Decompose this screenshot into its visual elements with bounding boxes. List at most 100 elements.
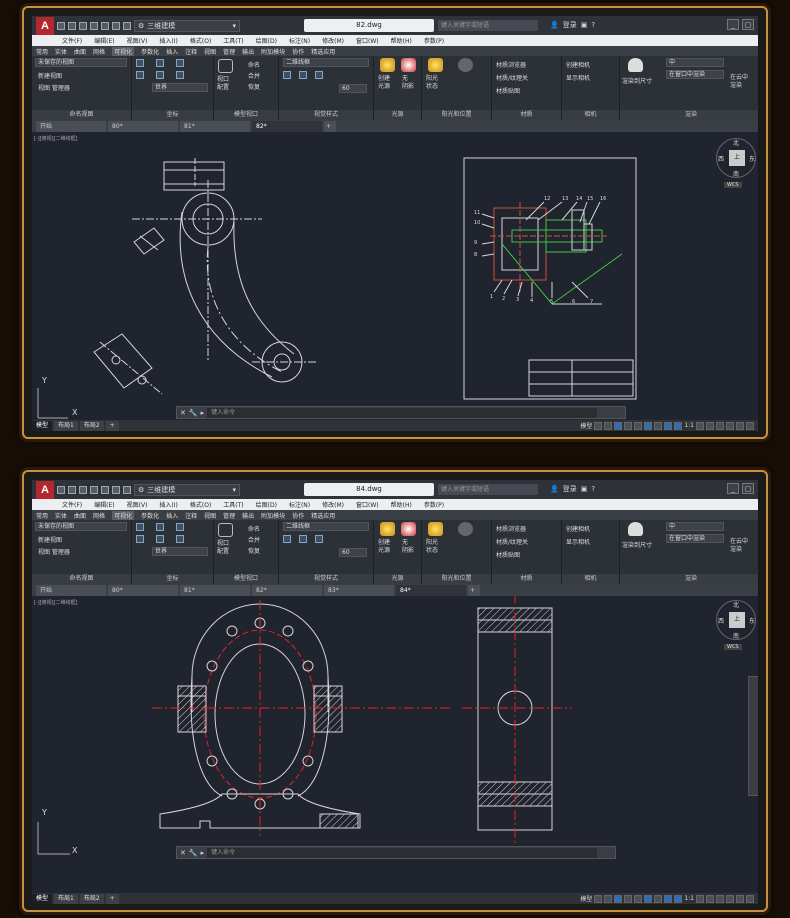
save-icon[interactable]	[79, 21, 87, 30]
new-view-button[interactable]: 新建视图	[38, 535, 62, 544]
menu-window[interactable]: 窗口(W)	[356, 500, 379, 509]
ribbon-tab-surface[interactable]: 曲面	[74, 47, 86, 56]
selection-cycling-icon[interactable]	[664, 894, 673, 903]
menu-dimension[interactable]: 标注(N)	[289, 36, 310, 45]
create-camera-button[interactable]: 创建相机	[566, 524, 590, 533]
ribbon-tab-insert[interactable]: 插入	[166, 511, 178, 520]
app-menu-button[interactable]: A	[36, 480, 54, 499]
otrack-icon[interactable]	[644, 894, 653, 903]
command-line[interactable]: ✕ 🔧 ▸ 键入命令	[176, 406, 626, 419]
ucs-y-icon[interactable]	[156, 71, 164, 79]
show-camera-button[interactable]: 显示相机	[566, 537, 590, 546]
viewport-config-label[interactable]: 视口 配置	[217, 540, 229, 556]
teapot-icon[interactable]	[628, 58, 643, 72]
restore-viewports-button[interactable]: 恢复	[248, 546, 260, 555]
no-shadow-icon[interactable]	[401, 522, 416, 536]
hardware-icon[interactable]	[726, 421, 734, 430]
menu-format[interactable]: 格式(O)	[190, 36, 211, 45]
ribbon-tab-annotate[interactable]: 注释	[185, 47, 197, 56]
customize-icon[interactable]	[746, 894, 754, 903]
ribbon-tab-solid[interactable]: 实体	[55, 511, 67, 520]
snap-icon[interactable]	[604, 421, 613, 430]
osnap-icon[interactable]	[634, 421, 643, 430]
ribbon-tab-parametric[interactable]: 参数化	[141, 511, 159, 520]
ribbon-tab-featured[interactable]: 精选应用	[311, 47, 335, 56]
workspace-dropdown[interactable]: ⚙ 三维建模 ▾	[134, 483, 240, 496]
minimize-icon[interactable]: _	[727, 483, 739, 494]
doc-tab-84[interactable]: 84*	[396, 585, 466, 596]
ribbon-tab-manage[interactable]: 管理	[223, 511, 235, 520]
show-camera-button[interactable]: 显示相机	[566, 73, 590, 82]
new-tab-plus-icon[interactable]: +	[324, 121, 336, 132]
ucs-icon[interactable]	[136, 523, 144, 531]
cart-icon[interactable]: ▣	[581, 485, 588, 493]
material-map-button[interactable]: 材质贴图	[496, 86, 520, 95]
viewcube-top[interactable]: 上	[729, 150, 745, 166]
menu-window[interactable]: 窗口(W)	[356, 36, 379, 45]
create-light-label[interactable]: 创建 光源	[378, 75, 390, 91]
annotation-icon[interactable]	[674, 421, 683, 430]
doc-tab-83[interactable]: 83*	[324, 585, 394, 596]
menu-draw[interactable]: 绘图(D)	[256, 500, 277, 509]
doc-tab-80[interactable]: 80*	[108, 585, 178, 596]
material-texture-toggle[interactable]: 材质/纹理关	[496, 73, 528, 82]
wrench-icon[interactable]: 🔧	[189, 849, 198, 857]
annotation-icon[interactable]	[674, 894, 683, 903]
menu-help[interactable]: 帮助(H)	[391, 500, 412, 509]
model-space-toggle[interactable]: 模型	[580, 894, 592, 903]
drawing-canvas[interactable]: [-][俯视][二维线框]	[32, 596, 758, 893]
create-camera-button[interactable]: 创建相机	[566, 60, 590, 69]
ribbon-tab-visualize[interactable]: 可视化	[112, 46, 135, 56]
ribbon-tab-insert[interactable]: 插入	[166, 47, 178, 56]
viewport-config-label[interactable]: 视口 配置	[217, 76, 229, 92]
ribbon-tab-solid[interactable]: 实体	[55, 47, 67, 56]
named-viewports-button[interactable]: 命名	[248, 60, 260, 69]
new-tab-plus-icon[interactable]: +	[468, 585, 480, 596]
ribbon-tab-mesh[interactable]: 网格	[93, 511, 105, 520]
lineweight-icon[interactable]	[654, 894, 663, 903]
menu-insert[interactable]: 插入(I)	[159, 500, 177, 509]
viewport-config-icon[interactable]	[218, 523, 233, 537]
merge-viewports-button[interactable]: 合并	[248, 535, 260, 544]
material-browser-button[interactable]: 材质浏览器	[496, 524, 526, 533]
nav-bar[interactable]	[748, 676, 758, 796]
no-shadow-label[interactable]: 无 阴影	[402, 539, 414, 555]
menu-file[interactable]: 文件(F)	[62, 500, 82, 509]
no-shadow-icon[interactable]	[401, 58, 416, 72]
fullscreen-icon[interactable]	[736, 421, 744, 430]
layout-tab-model[interactable]: 模型	[32, 420, 53, 431]
selection-cycling-icon[interactable]	[664, 421, 673, 430]
new-view-button[interactable]: 新建视图	[38, 71, 62, 80]
menu-params[interactable]: 参数(P)	[424, 36, 444, 45]
teapot-icon[interactable]	[628, 522, 643, 536]
material-map-button[interactable]: 材质贴图	[496, 550, 520, 559]
ucs-z-icon[interactable]	[176, 535, 184, 543]
redo-icon[interactable]	[123, 485, 131, 494]
no-shadow-label[interactable]: 无 阴影	[402, 75, 414, 91]
gear-icon[interactable]	[696, 894, 704, 903]
sun-status-icon[interactable]	[428, 522, 443, 536]
face-icon[interactable]	[315, 71, 323, 79]
doc-tab-82[interactable]: 82*	[252, 585, 322, 596]
named-view-dropdown[interactable]: 未保存的视图	[35, 58, 127, 67]
print-icon[interactable]	[101, 21, 109, 30]
face-icon[interactable]	[315, 535, 323, 543]
sky-icon[interactable]	[458, 522, 473, 536]
redo-icon[interactable]	[123, 21, 131, 30]
grid-icon[interactable]	[594, 894, 603, 903]
ribbon-tab-mesh[interactable]: 网格	[93, 47, 105, 56]
doc-tab-start[interactable]: 开始	[36, 585, 106, 596]
annotation-scale[interactable]: 1:1	[684, 422, 694, 429]
minimize-icon[interactable]: _	[727, 19, 739, 30]
wcs-menu[interactable]: WCS	[724, 644, 742, 650]
viewcube[interactable]: 北 南 西 东 上	[716, 600, 756, 640]
add-layout-plus-icon[interactable]: +	[105, 893, 119, 904]
command-input[interactable]: 键入命令	[207, 407, 598, 418]
help-icon[interactable]: ?	[591, 21, 595, 29]
open-icon[interactable]	[68, 485, 76, 494]
visual-style-dropdown[interactable]: 二维线框	[283, 58, 369, 67]
menu-tools[interactable]: 工具(T)	[223, 500, 243, 509]
ucs-world-dropdown[interactable]: 世界	[152, 83, 208, 92]
ribbon-tab-output[interactable]: 输出	[242, 47, 254, 56]
polar-icon[interactable]	[624, 894, 633, 903]
